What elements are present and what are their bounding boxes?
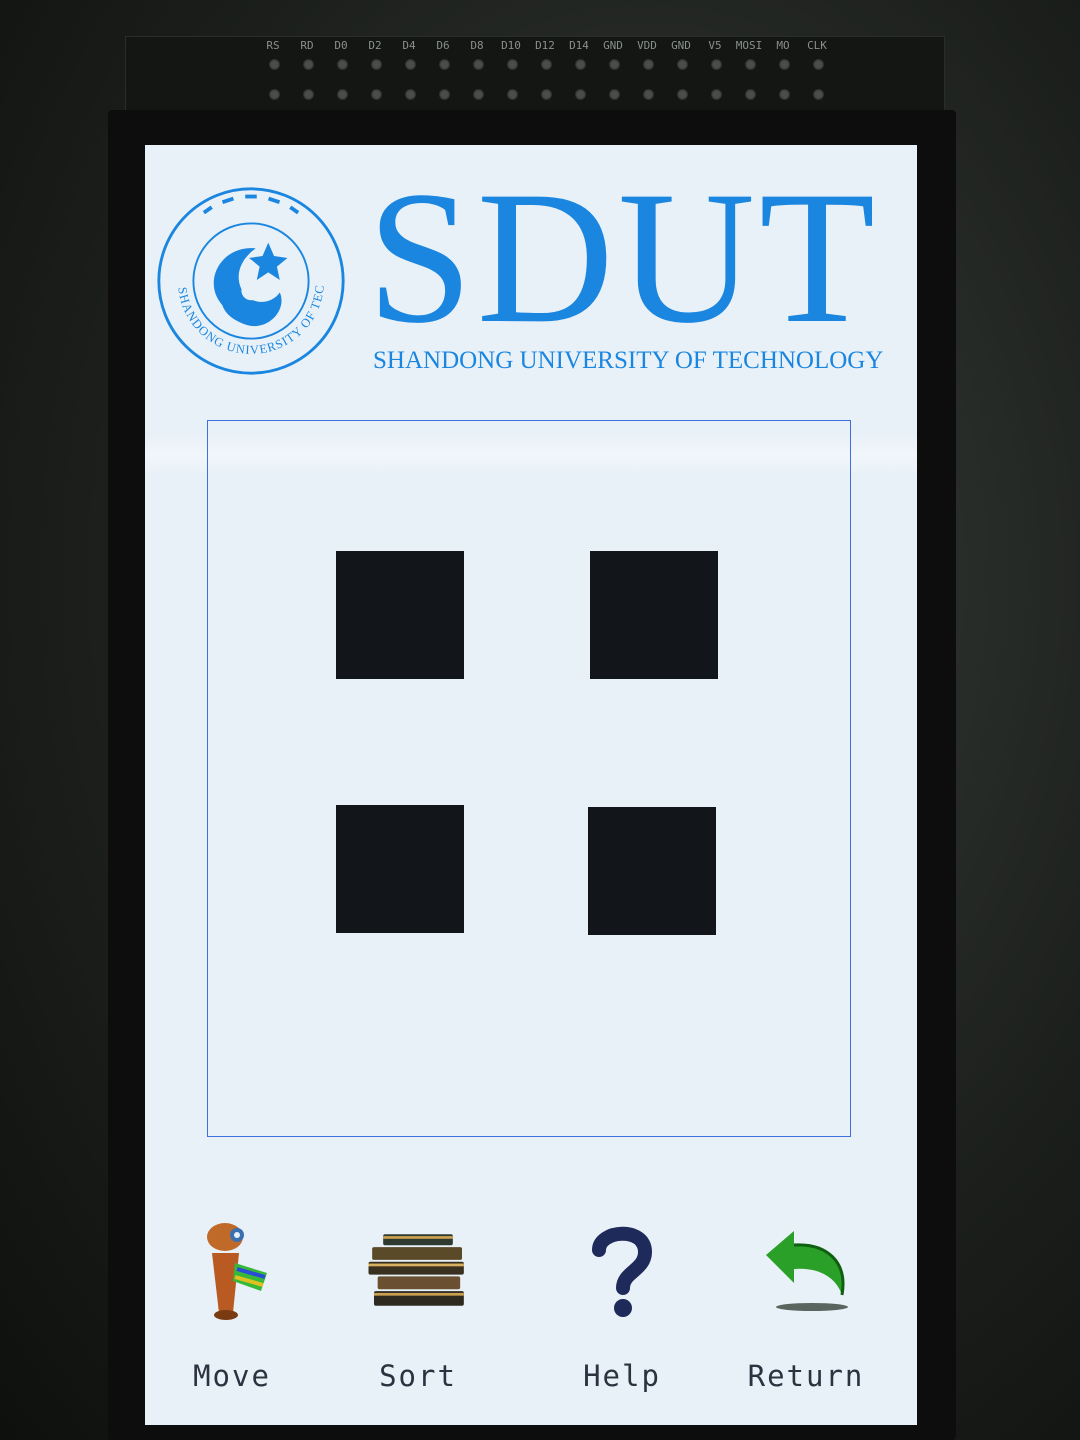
board-tile[interactable]	[588, 807, 716, 935]
pin-label: D12	[535, 39, 555, 52]
pin-hole	[462, 57, 496, 71]
books-icon	[363, 1215, 473, 1325]
brand-subtitle: SHANDONG UNIVERSITY OF TECHNOLOGY	[373, 347, 884, 374]
pin-hole	[564, 87, 598, 101]
board-tile[interactable]	[336, 551, 464, 679]
pin-hole	[292, 57, 326, 71]
pin-hole	[598, 57, 632, 71]
seal-text: SHANDONG UNIVERSITY OF TECHNOLOGY	[155, 185, 326, 357]
pin-label: D6	[436, 39, 450, 52]
pin-hole	[632, 87, 666, 101]
pin-hole	[530, 87, 564, 101]
pin-header: RS RD D0 D2 D4 D6 D8 D10 D12 D14 GND VDD GND V5 MOSI MO…	[125, 36, 945, 112]
pin-hole	[496, 87, 530, 101]
pin-hole	[700, 57, 734, 71]
pin-hole	[530, 57, 564, 71]
pin-hole	[258, 57, 292, 71]
pin-hole	[666, 87, 700, 101]
pin-hole	[360, 87, 394, 101]
pin-hole	[462, 87, 496, 101]
pin-label: MO	[776, 39, 790, 52]
sort-button[interactable]: Sort	[343, 1215, 493, 1415]
pin-label: VDD	[637, 39, 657, 52]
pin-hole	[632, 57, 666, 71]
pin-label: MOSI	[735, 39, 763, 52]
move-button[interactable]: Move	[157, 1215, 307, 1415]
help-button[interactable]: Help	[547, 1215, 697, 1415]
pin-label: D14	[569, 39, 589, 52]
pin-hole	[292, 87, 326, 101]
board-tile[interactable]	[590, 551, 718, 679]
pin-hole	[768, 57, 802, 71]
pin-label: V5	[708, 39, 722, 52]
pin-hole	[326, 87, 360, 101]
help-label: Help	[583, 1359, 661, 1393]
pin-hole	[734, 57, 768, 71]
pin-hole	[428, 87, 462, 101]
pin-hole	[802, 57, 836, 71]
university-seal-logo: SHANDONG UNIVERSITY OF TECHNOLOGY	[155, 185, 345, 375]
robot-icon	[177, 1215, 287, 1325]
pin-label: D10	[501, 39, 521, 52]
brand-title: SDUT	[367, 153, 880, 363]
pin-hole	[768, 87, 802, 101]
pin-label: D0	[334, 39, 348, 52]
pin-hole	[564, 57, 598, 71]
pin-labels: RS RD D0 D2 D4 D6 D8 D10 D12 D14 GND VDD GND V5 MOSI MO…	[256, 39, 834, 52]
pin-hole	[734, 87, 768, 101]
move-label: Move	[193, 1359, 271, 1393]
game-board[interactable]	[207, 420, 851, 1137]
pin-hole	[326, 57, 360, 71]
pin-hole	[802, 87, 836, 101]
pin-hole	[700, 87, 734, 101]
pin-hole	[258, 87, 292, 101]
pin-label: CLK	[807, 39, 827, 52]
pin-label: GND	[671, 39, 691, 52]
pin-row-top	[258, 57, 836, 71]
pin-row-bottom	[258, 87, 836, 101]
svg-text:SHANDONG UNIVERSITY OF TECHNOL: SHANDONG UNIVERSITY OF TECHNOLOGY	[155, 185, 327, 357]
pin-label: D8	[470, 39, 484, 52]
question-mark-icon	[567, 1215, 677, 1325]
return-label: Return	[747, 1359, 865, 1393]
pin-hole	[496, 57, 530, 71]
pin-hole	[394, 57, 428, 71]
sort-label: Sort	[379, 1359, 457, 1393]
return-arrow-icon	[751, 1215, 861, 1325]
pin-hole	[394, 87, 428, 101]
pin-hole	[360, 57, 394, 71]
pin-label: RS	[266, 39, 280, 52]
board-tile[interactable]	[336, 805, 464, 933]
pin-hole	[666, 57, 700, 71]
pin-hole	[598, 87, 632, 101]
pin-label: D2	[368, 39, 382, 52]
bottom-toolbar: Move Sort Help Return	[145, 1215, 917, 1415]
pin-label: D4	[402, 39, 416, 52]
return-button[interactable]: Return	[731, 1215, 881, 1415]
pin-label: GND	[603, 39, 623, 52]
lcd-screen: SHANDONG UNIVERSITY OF TECHNOLOGY SDUT S…	[145, 145, 917, 1425]
pin-label: RD	[300, 39, 314, 52]
pin-hole	[428, 57, 462, 71]
